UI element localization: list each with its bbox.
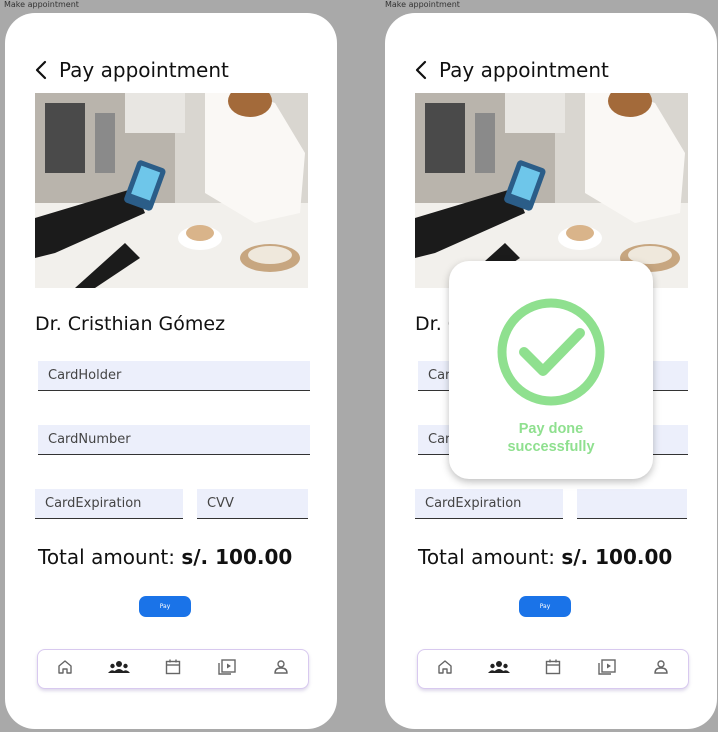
cardexpiration-input[interactable] — [425, 496, 563, 511]
cardnumber-input[interactable] — [48, 432, 310, 447]
nav-profile[interactable] — [647, 655, 675, 683]
video-library-icon — [217, 658, 237, 681]
community-icon — [108, 658, 130, 681]
header: Pay appointment — [415, 55, 609, 85]
nav-home[interactable] — [431, 655, 459, 683]
cardnumber-field[interactable] — [38, 425, 310, 455]
nav-calendar[interactable] — [539, 655, 567, 683]
nav-calendar[interactable] — [159, 655, 187, 683]
cardnumber-placeholder: Car — [428, 432, 451, 447]
success-message: Pay done successfully — [507, 421, 595, 455]
total-label: Total amount: — [418, 545, 555, 569]
nav-community[interactable] — [485, 655, 513, 683]
cardexpiration-input[interactable] — [45, 496, 183, 511]
doctor-name: Dr. Cristhian Gómez — [35, 313, 226, 335]
nav-home[interactable] — [51, 655, 79, 683]
cardexpiration-field[interactable] — [415, 489, 563, 519]
home-icon — [56, 658, 74, 681]
nav-community[interactable] — [105, 655, 133, 683]
total-amount: Total amount: s/. 100.00 — [38, 545, 292, 569]
cvv-field[interactable] — [577, 489, 687, 519]
page-title: Pay appointment — [439, 58, 609, 82]
nav-videos[interactable] — [213, 655, 241, 683]
payment-success-dialog: Pay done successfully — [449, 261, 653, 479]
nav-profile[interactable] — [267, 655, 295, 683]
community-icon — [488, 658, 510, 681]
video-library-icon — [597, 658, 617, 681]
calendar-icon — [164, 658, 182, 681]
total-value: s/. 100.00 — [181, 545, 293, 569]
cardholder-placeholder: Car — [428, 368, 451, 383]
bottom-nav — [37, 649, 309, 689]
back-arrow-icon[interactable] — [415, 60, 427, 80]
nav-videos[interactable] — [593, 655, 621, 683]
back-arrow-icon[interactable] — [35, 60, 47, 80]
frame-label: Make appointment — [4, 0, 79, 9]
total-label: Total amount: — [38, 545, 175, 569]
home-icon — [436, 658, 454, 681]
payment-screen: Pay appointment Dr. Cristhian Gómez Card… — [5, 13, 337, 729]
page-title: Pay appointment — [59, 58, 229, 82]
total-value: s/. 100.00 — [561, 545, 673, 569]
cardexpiration-field[interactable] — [35, 489, 183, 519]
payment-success-screen: Pay appointment Dr. C Car Car Success — [385, 13, 717, 729]
cvv-field[interactable] — [197, 489, 308, 519]
pay-button[interactable]: Pay — [519, 596, 571, 617]
bottom-nav — [417, 649, 689, 689]
calendar-icon — [544, 658, 562, 681]
profile-icon — [652, 658, 670, 681]
payment-photo — [35, 93, 308, 288]
frame-label: Make appointment — [385, 0, 460, 9]
profile-icon — [272, 658, 290, 681]
cvv-input[interactable] — [207, 496, 308, 511]
check-circle-icon — [496, 297, 606, 412]
cardholder-input[interactable] — [48, 368, 310, 383]
header: Pay appointment — [35, 55, 229, 85]
cardholder-field[interactable] — [38, 361, 310, 391]
total-amount: Total amount: s/. 100.00 — [418, 545, 672, 569]
pay-button[interactable]: Pay — [139, 596, 191, 617]
payment-photo — [415, 93, 688, 288]
